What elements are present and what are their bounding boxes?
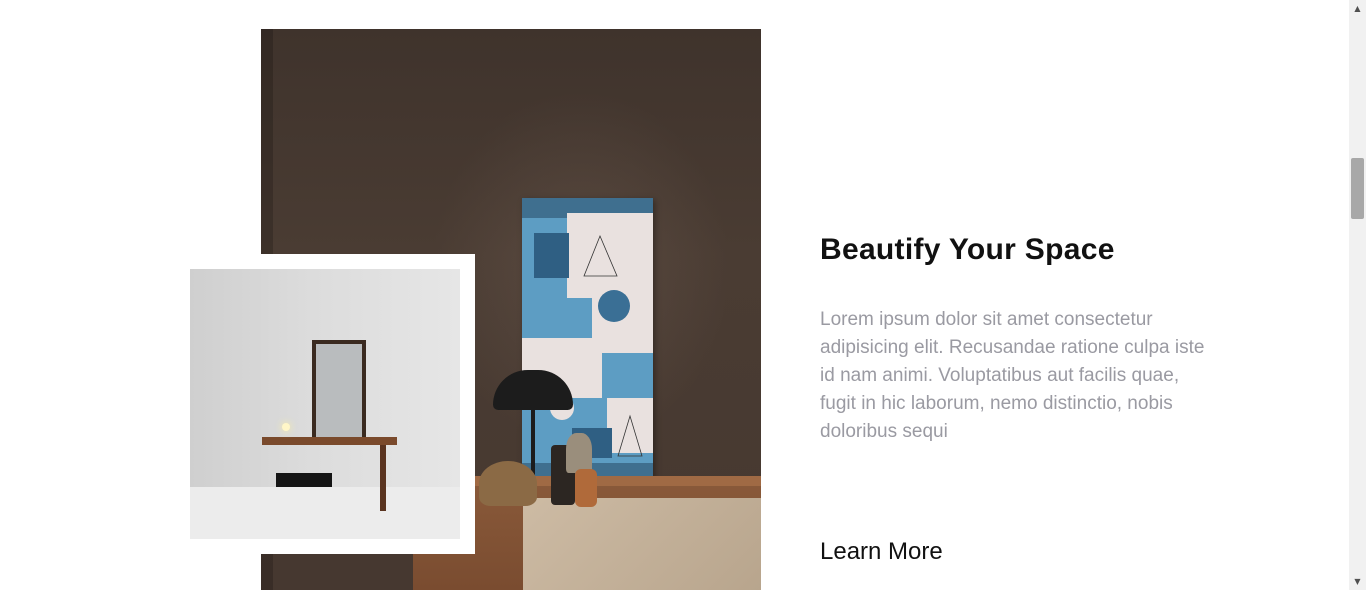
wall-mirror (312, 340, 366, 444)
desk-leg (380, 445, 386, 511)
inset-floor (190, 487, 460, 539)
vanity-desk (262, 437, 397, 445)
vertical-scrollbar[interactable]: ▲ ▼ (1349, 0, 1366, 590)
learn-more-link[interactable]: Learn More (820, 538, 943, 566)
interior-photo-inset (190, 269, 460, 539)
scroll-up-arrow-icon[interactable]: ▲ (1349, 0, 1366, 17)
woven-basket (479, 461, 537, 506)
section-heading: Beautify Your Space (820, 233, 1115, 266)
scrollbar-thumb[interactable] (1351, 158, 1364, 219)
page: Beautify Your Space Lorem ipsum dolor si… (0, 0, 1349, 590)
amber-jar (575, 469, 597, 507)
scroll-down-arrow-icon[interactable]: ▼ (1349, 573, 1366, 590)
lamp-bulb (282, 423, 290, 431)
sideboard-door (523, 498, 761, 590)
section-description: Lorem ipsum dolor sit amet consectetur a… (820, 309, 1205, 442)
stone-vase (566, 433, 592, 473)
chair (276, 473, 332, 487)
